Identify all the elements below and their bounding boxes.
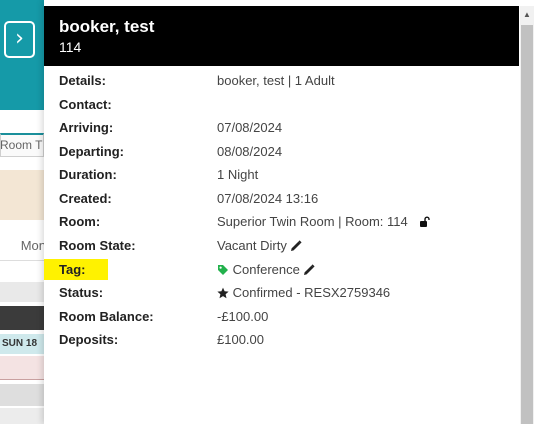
departing-value: 08/08/2024: [217, 144, 283, 159]
status-row: Status: Confirmed - RESX2759346: [44, 282, 519, 304]
status-value-group: Confirmed - RESX2759346: [217, 285, 390, 302]
room-type-tab[interactable]: Room T: [0, 133, 44, 157]
room-label: Room:: [59, 214, 101, 229]
calendar-row: [0, 384, 44, 406]
calendar-dark-row: [0, 306, 44, 330]
duration-row: Duration: 1 Night: [44, 164, 519, 186]
status-label: Status:: [59, 285, 104, 300]
calendar-booking-cell[interactable]: [0, 356, 44, 380]
day-header-mon: Mon: [0, 233, 44, 259]
booking-details-panel: booker, test 114 ▲ Details: booker, test…: [44, 0, 535, 424]
arriving-value: 07/08/2024: [217, 120, 283, 135]
panel-header: booker, test 114: [44, 6, 519, 66]
room-balance-label: Room Balance:: [59, 309, 154, 324]
room-state-value-group: Vacant Dirty: [217, 238, 303, 255]
room-state-label: Room State:: [59, 238, 136, 253]
status-value: Confirmed - RESX2759346: [232, 285, 391, 300]
arriving-label: Arriving:: [59, 120, 114, 135]
tag-value: Conference: [232, 262, 300, 277]
contact-row: Contact:: [44, 94, 519, 116]
tag-row: Tag: Conference: [44, 259, 519, 281]
guest-name-title: booker, test: [59, 17, 155, 36]
room-row: Room: Superior Twin Room | Room: 114: [44, 211, 519, 233]
details-value: booker, test | 1 Adult: [217, 73, 335, 88]
tag-icon: [217, 264, 229, 279]
created-value: 07/08/2024 13:16: [217, 191, 319, 206]
room-number-subtitle: 114: [59, 39, 82, 55]
room-state-value: Vacant Dirty: [217, 238, 287, 253]
deposits-label: Deposits:: [59, 332, 119, 347]
room-value: Superior Twin Room | Room: 114: [217, 214, 408, 229]
room-type-tab-label: Room T: [0, 138, 43, 152]
deposits-value: £100.00: [217, 332, 264, 347]
details-row: Details: booker, test | 1 Adult: [44, 70, 519, 92]
star-icon: [217, 287, 229, 302]
duration-value: 1 Night: [217, 167, 259, 182]
day-label-mon: Mon: [20, 238, 44, 253]
tag-value-group: Conference: [217, 262, 316, 279]
created-row: Created: 07/08/2024 13:16: [44, 188, 519, 210]
expand-panel-button[interactable]: ›: [4, 21, 35, 58]
arriving-row: Arriving: 07/08/2024: [44, 117, 519, 139]
scrollbar-thumb[interactable]: [521, 25, 533, 424]
unlock-icon[interactable]: [419, 216, 431, 231]
deposits-row: Deposits: £100.00: [44, 329, 519, 351]
details-label: Details:: [59, 73, 106, 88]
calendar-row: [0, 408, 44, 424]
room-state-row: Room State: Vacant Dirty: [44, 235, 519, 257]
scroll-up-arrow-icon[interactable]: ▲: [520, 6, 534, 24]
scrollbar[interactable]: ▲: [520, 6, 534, 424]
contact-label: Contact:: [59, 97, 112, 112]
departing-label: Departing:: [59, 144, 124, 159]
tag-label: Tag:: [59, 262, 86, 277]
duration-label: Duration:: [59, 167, 117, 182]
calendar-block: [0, 170, 44, 220]
background-app: › Room T Mon SUN 18: [0, 0, 44, 424]
room-balance-row: Room Balance: -£100.00: [44, 306, 519, 328]
room-balance-value: -£100.00: [217, 309, 269, 324]
day-header-sun: SUN 18: [0, 334, 44, 354]
divider: [0, 260, 44, 261]
pencil-icon[interactable]: [303, 264, 316, 279]
created-label: Created:: [59, 191, 112, 206]
calendar-row: [0, 282, 44, 302]
pencil-icon[interactable]: [290, 240, 303, 255]
departing-row: Departing: 08/08/2024: [44, 141, 519, 163]
room-value-group: Superior Twin Room | Room: 114: [217, 214, 431, 231]
